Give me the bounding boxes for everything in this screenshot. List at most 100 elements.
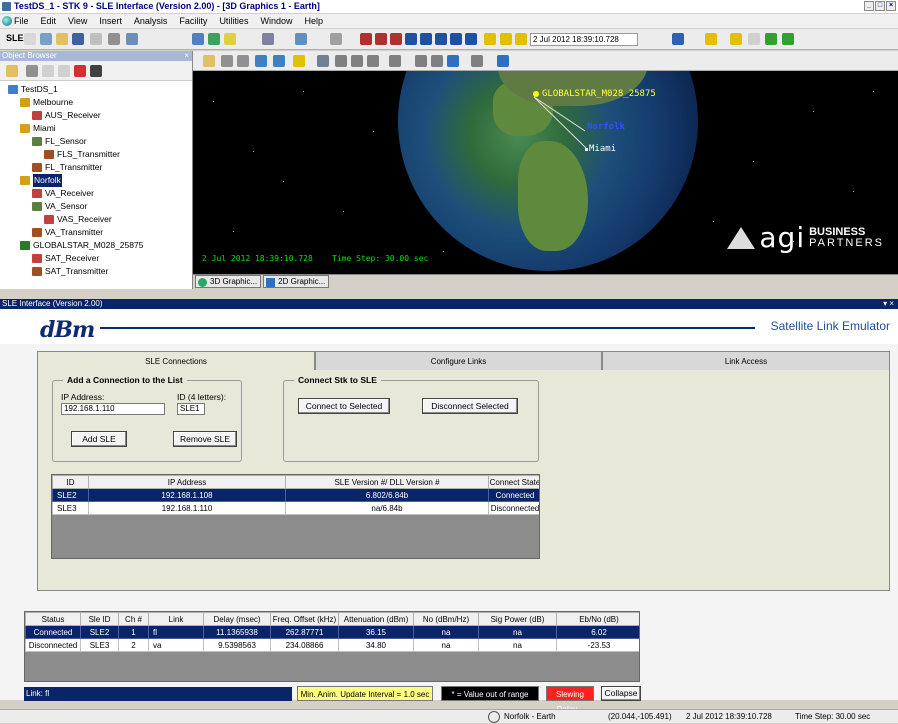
stk-tool-icon[interactable] — [705, 33, 717, 45]
tab-configure-links[interactable]: Configure Links — [315, 351, 602, 371]
properties-icon[interactable] — [108, 33, 120, 45]
status-icon[interactable] — [765, 33, 777, 45]
pause-icon[interactable] — [405, 33, 417, 45]
tree-item[interactable]: Norfolk — [20, 174, 62, 187]
satellite-marker[interactable] — [533, 91, 539, 97]
table-row[interactable]: Disconnected SLE3 2 va 9.5398563 234.08866 34.… — [25, 638, 639, 652]
pan-icon[interactable] — [221, 55, 233, 67]
tree-item[interactable]: AUS_Receiver — [32, 109, 101, 122]
stk-logo-icon[interactable] — [2, 16, 12, 26]
graphics-window-icon[interactable] — [192, 33, 204, 45]
tree-item[interactable]: FL_Transmitter — [32, 161, 102, 174]
step-back-icon[interactable] — [375, 33, 387, 45]
tree-item[interactable]: VAS_Receiver — [44, 213, 112, 226]
column-header[interactable]: Connect State — [488, 475, 539, 489]
orbit-icon[interactable] — [317, 55, 329, 67]
miami-marker[interactable] — [585, 148, 588, 151]
find-icon[interactable] — [90, 65, 102, 77]
new-icon[interactable] — [24, 33, 36, 45]
earth-icon[interactable] — [351, 55, 363, 67]
column-header[interactable]: IP Address — [88, 475, 286, 489]
globe-icon[interactable] — [672, 33, 684, 45]
column-header[interactable]: Sle ID — [80, 612, 119, 626]
column-header[interactable]: Ch # — [118, 612, 149, 626]
step-forward-icon[interactable] — [435, 33, 447, 45]
tool-icon[interactable] — [330, 33, 342, 45]
tab-link-access[interactable]: Link Access — [602, 351, 890, 371]
column-header[interactable]: Status — [25, 612, 81, 626]
view-from-icon[interactable] — [255, 55, 267, 67]
play-icon[interactable] — [420, 33, 432, 45]
animation-settings-icon[interactable] — [515, 33, 527, 45]
column-header[interactable]: Sig Power (dB) — [478, 612, 557, 626]
tree-item[interactable]: TestDS_1 — [8, 83, 58, 96]
show-icon[interactable] — [293, 55, 305, 67]
menu-analysis[interactable]: Analysis — [134, 16, 168, 26]
camera-icon[interactable] — [389, 55, 401, 67]
realtime-icon[interactable] — [484, 33, 496, 45]
coverage-icon[interactable] — [295, 33, 307, 45]
chart-icon[interactable] — [224, 33, 236, 45]
3d-viewport[interactable]: GLOBALSTAR_M028_25875 Norfolk Miami 2 Ju… — [193, 71, 898, 274]
tree-item[interactable]: VA_Sensor — [32, 200, 87, 213]
column-header[interactable]: Freq. Offset (kHz) — [270, 612, 339, 626]
menu-help[interactable]: Help — [304, 16, 323, 26]
tree-item[interactable]: Melbourne — [20, 96, 73, 109]
decrease-step-icon[interactable] — [450, 33, 462, 45]
play-reverse-icon[interactable] — [390, 33, 402, 45]
sle-toolbar-button[interactable]: SLE — [6, 33, 24, 43]
column-header[interactable]: Attenuation (dBm) — [338, 612, 414, 626]
print-icon[interactable] — [90, 33, 102, 45]
measure-3d-icon[interactable] — [415, 55, 427, 67]
stars-icon[interactable] — [367, 55, 379, 67]
tab-2d-graphics[interactable]: 2D Graphic... — [263, 275, 330, 288]
close-all-icon[interactable] — [748, 33, 760, 45]
open-icon[interactable] — [56, 33, 68, 45]
menu-insert[interactable]: Insert — [99, 16, 122, 26]
tree-item[interactable]: GLOBALSTAR_M028_25875 — [20, 239, 143, 252]
annotation-icon[interactable] — [471, 55, 483, 67]
folder-icon[interactable] — [6, 65, 18, 77]
menu-utilities[interactable]: Utilities — [219, 16, 248, 26]
close-button[interactable]: × — [886, 1, 896, 11]
window-settings-icon[interactable] — [497, 55, 509, 67]
sle-pin-icon[interactable]: ▾ × — [883, 299, 894, 309]
minimize-button[interactable]: _ — [864, 1, 874, 11]
tree-item[interactable]: SAT_Receiver — [32, 252, 99, 265]
cut-icon[interactable] — [26, 65, 38, 77]
disconnect-selected-button[interactable]: Disconnect Selected — [422, 398, 518, 414]
home-view-icon[interactable] — [273, 55, 285, 67]
connect-selected-button[interactable]: Connect to Selected — [298, 398, 390, 414]
delete-icon[interactable] — [74, 65, 86, 77]
insert-object-icon[interactable] — [40, 33, 52, 45]
map-window-icon[interactable] — [208, 33, 220, 45]
measure-icon[interactable] — [730, 33, 742, 45]
menu-window[interactable]: Window — [260, 16, 292, 26]
ip-address-input[interactable]: 192.168.1.110 — [61, 403, 165, 415]
increase-step-icon[interactable] — [465, 33, 477, 45]
menu-facility[interactable]: Facility — [179, 16, 207, 26]
collapse-button[interactable]: Collapse — [601, 686, 641, 701]
copy-icon[interactable] — [42, 65, 54, 77]
lighting-icon[interactable] — [335, 55, 347, 67]
save-icon[interactable] — [72, 33, 84, 45]
tab-sle-connections[interactable]: SLE Connections — [37, 351, 315, 372]
table-row[interactable]: Connected SLE2 1 fl 11.1365938 262.87771 36.15… — [25, 625, 639, 639]
id-input[interactable]: SLE1 — [177, 403, 205, 415]
tree-item[interactable]: Miami — [20, 122, 56, 135]
menu-view[interactable]: View — [68, 16, 87, 26]
maximize-button[interactable]: □ — [875, 1, 885, 11]
x-realtime-icon[interactable] — [500, 33, 512, 45]
tree-item[interactable]: SAT_Transmitter — [32, 265, 108, 278]
tree-item[interactable]: FL_Sensor — [32, 135, 87, 148]
graphics-properties-icon[interactable] — [203, 55, 215, 67]
column-header[interactable]: ID — [52, 475, 89, 489]
column-header[interactable]: Delay (msec) — [203, 612, 271, 626]
access-icon[interactable] — [262, 33, 274, 45]
table-row[interactable]: SLE3 192.168.1.110 na/6.84b Disconnected — [52, 501, 539, 515]
tree-item[interactable]: VA_Receiver — [32, 187, 94, 200]
remove-sle-button[interactable]: Remove SLE — [173, 431, 237, 447]
column-header[interactable]: No (dBm/Hz) — [413, 612, 479, 626]
tree-item[interactable]: VA_Transmitter — [32, 226, 103, 239]
table-row[interactable]: SLE2 192.168.1.108 6.802/6.84b Connected — [52, 488, 539, 502]
